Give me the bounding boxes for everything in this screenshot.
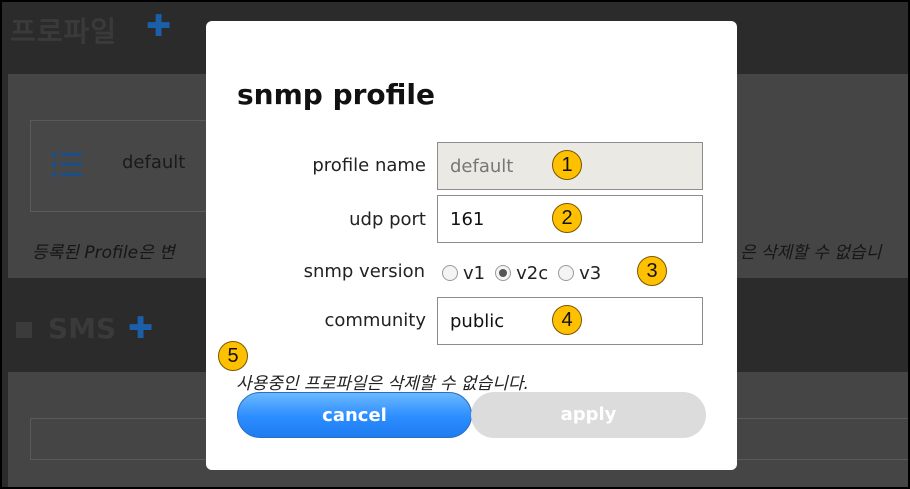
cancel-button[interactable]: cancel	[237, 392, 472, 438]
udp-port-label: udp port	[349, 209, 426, 230]
add-sms-plus-icon[interactable]: ✚	[128, 314, 153, 344]
delete-notice: 사용중인 프로파일은 삭제할 수 없습니다.	[236, 374, 529, 394]
snmp-version-radio-group: v1 v2c v3	[442, 261, 611, 285]
radio-v3-label[interactable]: v3	[579, 263, 601, 284]
radio-v2c-label[interactable]: v2c	[516, 263, 548, 284]
background-notice-left: 등록된 Profile은 변	[32, 243, 175, 263]
annotation-marker-2: 2	[552, 203, 582, 233]
annotation-marker-1: 1	[552, 150, 582, 180]
sms-section-title: SMS	[48, 312, 117, 345]
profile-name-label: profile name	[312, 155, 426, 176]
community-label: community	[324, 310, 426, 331]
screen-frame: 프로파일 ✚ default 등록된 Profile은 변 은 삭제할 수 없습…	[0, 0, 910, 489]
add-profile-plus-icon[interactable]: ✚	[146, 12, 171, 42]
radio-v1[interactable]	[442, 265, 458, 281]
radio-v1-label[interactable]: v1	[463, 263, 485, 284]
list-icon	[52, 150, 82, 180]
profile-section-title: 프로파일	[10, 15, 118, 48]
dialog-title: snmp profile	[237, 78, 435, 111]
annotation-marker-4: 4	[552, 305, 582, 335]
snmp-version-label: snmp version	[303, 261, 425, 282]
radio-v2c[interactable]	[495, 265, 512, 281]
sms-bullet-icon	[16, 322, 32, 338]
snmp-version-option-v1[interactable]: v1	[442, 263, 485, 284]
snmp-version-option-v3[interactable]: v3	[558, 263, 601, 284]
apply-button: apply	[471, 392, 706, 438]
snmp-profile-dialog: snmp profile profile name udp port snmp …	[206, 21, 737, 470]
annotation-marker-5: 5	[218, 341, 248, 371]
annotation-marker-3: 3	[637, 256, 667, 286]
background-notice-right: 은 삭제할 수 없습니	[740, 243, 882, 263]
radio-v3[interactable]	[558, 265, 575, 281]
profile-item-default[interactable]: default	[122, 152, 185, 173]
snmp-version-option-v2c[interactable]: v2c	[495, 263, 548, 284]
